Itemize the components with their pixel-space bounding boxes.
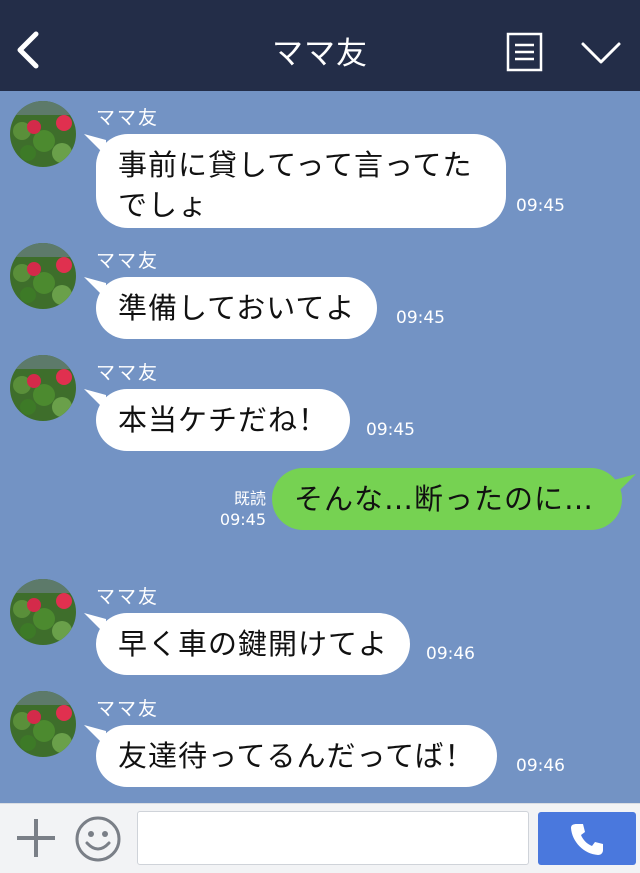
smile-icon[interactable]: [74, 815, 122, 863]
avatar[interactable]: [10, 691, 76, 757]
read-label: 既読: [233, 489, 266, 508]
avatar[interactable]: [10, 243, 76, 309]
chevron-down-icon[interactable]: [580, 40, 622, 66]
message-time: 09:45: [219, 510, 266, 529]
avatar[interactable]: [10, 579, 76, 645]
message-time: 09:45: [396, 308, 445, 328]
message-time: 09:46: [426, 644, 475, 664]
chat-area[interactable]: ママ友 事前に貸してって言ってた でしょ 09:45 ママ友 準備しておいてよ …: [0, 91, 640, 803]
bubble-tail: [614, 474, 636, 496]
input-bar: [0, 803, 640, 873]
menu-icon[interactable]: [506, 32, 543, 72]
message-line: でしょ: [118, 188, 209, 222]
sender-name: ママ友: [96, 362, 160, 384]
sender-name: ママ友: [96, 107, 160, 129]
chat-title: ママ友: [272, 36, 368, 72]
message-bubble[interactable]: 早く車の鍵開けてよ: [96, 613, 411, 675]
sender-name: ママ友: [96, 586, 160, 608]
message-time: 09:45: [366, 420, 415, 440]
message-input[interactable]: [137, 811, 529, 865]
phone-icon: [571, 824, 603, 855]
message-bubble[interactable]: 事前に貸してって言ってた でしょ: [96, 134, 506, 228]
plus-icon[interactable]: [15, 816, 57, 860]
sender-name: ママ友: [96, 698, 160, 720]
message-time: 09:46: [516, 756, 565, 776]
chat-header: ママ友: [0, 0, 640, 91]
message-line: 事前に貸してって言ってた: [118, 148, 473, 182]
call-button[interactable]: [538, 812, 636, 865]
message-bubble[interactable]: 友達待ってるんだってば！: [96, 725, 497, 787]
read-receipt: 既読 09:45: [212, 488, 266, 530]
sender-name: ママ友: [96, 250, 160, 272]
avatar[interactable]: [10, 101, 76, 167]
message-bubble[interactable]: 本当ケチだね！: [96, 389, 351, 451]
outgoing-message-bubble[interactable]: そんな…断ったのに…: [272, 468, 622, 530]
message-bubble[interactable]: 準備しておいてよ: [96, 277, 378, 339]
message-time: 09:45: [516, 196, 565, 216]
avatar[interactable]: [10, 355, 76, 421]
